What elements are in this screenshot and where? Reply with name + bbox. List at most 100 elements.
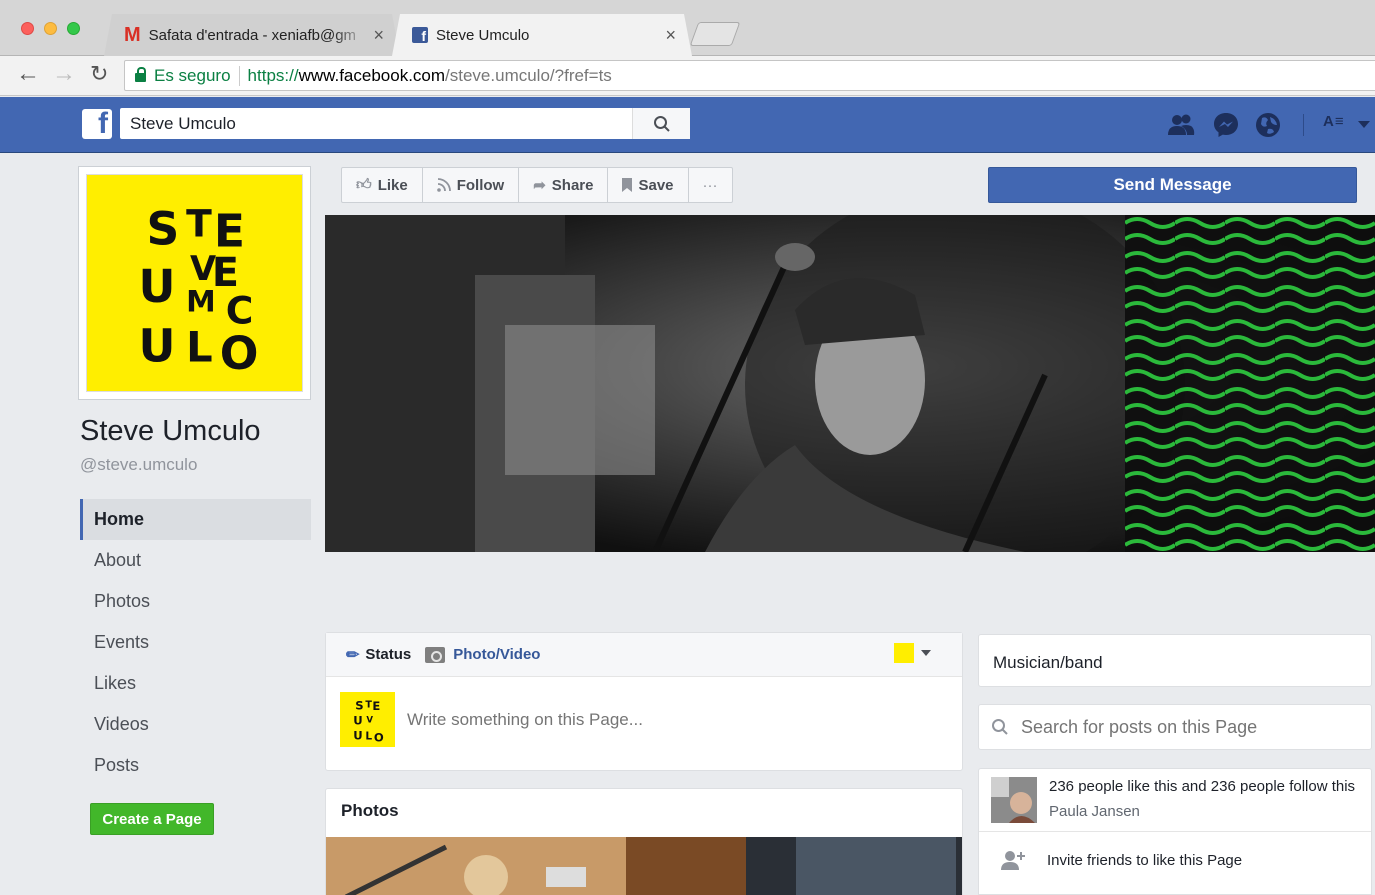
rss-follow-icon [436, 178, 451, 192]
invite-friends-label: Invite friends to like this Page [1047, 851, 1243, 869]
notifications-globe-icon[interactable] [1254, 111, 1282, 139]
bookmark-icon [622, 178, 633, 192]
likes-text-block: 236 people like this and 236 people foll… [1049, 777, 1355, 831]
share-arrow-icon: ➦ [533, 177, 546, 194]
follow-label: Follow [456, 176, 505, 194]
sidebar-item-likes[interactable]: Likes [80, 663, 311, 704]
minimize-window-button[interactable] [44, 22, 57, 35]
cover-photo-image [325, 215, 1375, 552]
post-text-input[interactable] [407, 709, 927, 730]
send-message-button[interactable]: Send Message [988, 167, 1357, 203]
svg-text:S: S [355, 699, 363, 713]
svg-text:U: U [353, 713, 362, 727]
posting-as-selector[interactable] [894, 643, 931, 663]
secure-label: Es seguro [154, 65, 231, 85]
page-category[interactable]: Musician/band [978, 634, 1372, 687]
sidebar-item-events[interactable]: Events [80, 622, 311, 663]
invite-friends-row[interactable]: Invite friends to like this Page [979, 832, 1371, 888]
maximize-window-button[interactable] [67, 22, 80, 35]
search-bar [120, 108, 690, 139]
sidebar-item-posts[interactable]: Posts [80, 745, 311, 786]
forward-arrow-icon[interactable]: → [52, 60, 76, 88]
facebook-icon: f [412, 27, 428, 43]
privacy-shortcuts-icon[interactable]: A≡ [1323, 113, 1345, 130]
browser-tab-gmail[interactable]: M Safata d'entrada - xeniafb@gm × [104, 14, 400, 56]
svg-text:O: O [374, 730, 384, 744]
back-arrow-icon[interactable]: ← [16, 60, 40, 88]
account-menu-chevron-down-icon[interactable] [1358, 121, 1370, 128]
composer-tabs: ✏ Status Photo/Video [326, 633, 962, 677]
svg-text:U: U [353, 728, 362, 742]
save-button[interactable]: Save [608, 168, 689, 202]
svg-text:V: V [366, 715, 373, 725]
divider [1303, 114, 1304, 136]
gmail-icon: M [124, 23, 141, 46]
sidebar-item-about[interactable]: About [80, 540, 311, 581]
search-input[interactable] [120, 108, 632, 139]
community-card: 236 people like this and 236 people foll… [978, 768, 1372, 895]
friend-avatar[interactable] [991, 777, 1037, 823]
svg-text:E: E [372, 699, 380, 713]
url-host: www.facebook.com [298, 65, 446, 85]
close-tab-icon[interactable]: × [373, 25, 384, 46]
follow-button[interactable]: Follow [423, 168, 520, 202]
liked-by-friend[interactable]: Paula Jansen [1049, 802, 1355, 822]
browser-tab-facebook[interactable]: f Steve Umculo × [392, 14, 692, 56]
profile-picture-frame[interactable]: S T E V E U M C U L O [78, 166, 311, 400]
facebook-logo-icon[interactable]: f [82, 109, 112, 139]
create-page-button[interactable]: Create a Page [90, 803, 214, 835]
svg-text:L: L [365, 730, 372, 742]
facebook-header: f A≡ [0, 97, 1375, 153]
sidebar-item-home[interactable]: Home [80, 499, 311, 540]
svg-text:L: L [186, 322, 213, 371]
search-posts-input[interactable] [1021, 716, 1351, 738]
like-label: Like [377, 176, 408, 194]
messenger-icon[interactable] [1212, 111, 1240, 139]
more-options-button[interactable]: ··· [689, 168, 732, 202]
save-label: Save [638, 176, 674, 194]
tab-title: Safata d'entrada - xeniafb@gm [148, 26, 357, 44]
svg-text:T: T [365, 700, 372, 711]
url-field[interactable]: Es seguro https://www.facebook.com/steve… [124, 60, 1375, 91]
svg-text:S: S [146, 202, 179, 255]
friend-requests-icon[interactable] [1167, 111, 1195, 139]
photo-video-label: Photo/Video [453, 646, 541, 663]
search-icon [653, 115, 670, 132]
tab-status[interactable]: ✏ Status [346, 645, 411, 665]
photos-heading[interactable]: Photos [326, 789, 962, 833]
divider [238, 65, 240, 86]
sidebar-item-videos[interactable]: Videos [80, 704, 311, 745]
browser-tab-bar: M Safata d'entrada - xeniafb@gm × f Stev… [0, 0, 1375, 56]
reload-icon[interactable]: ↻ [90, 61, 108, 87]
search-icon [992, 719, 1008, 735]
url-path: /steve.umculo/?fref=ts [445, 65, 612, 85]
photo-thumbnail[interactable] [326, 837, 963, 895]
close-window-button[interactable] [21, 22, 34, 35]
svg-text:T: T [186, 201, 212, 245]
chevron-down-icon [921, 650, 931, 656]
likes-summary: 236 people like this and 236 people foll… [979, 769, 1371, 832]
page-action-bar: 👍︎ Like Follow ➦ Share Save ··· [341, 167, 733, 203]
like-button[interactable]: 👍︎ Like [342, 168, 423, 202]
url-scheme: https:// [247, 65, 299, 85]
likes-count-text: 236 people like this and 236 people foll… [1049, 778, 1356, 795]
tab-photo-video[interactable]: Photo/Video [425, 646, 540, 663]
avatar: S T E U V U L O [340, 692, 395, 747]
address-bar: ← → ↻ Es seguro https://www.facebook.com… [0, 56, 1375, 96]
photos-section: Photos [325, 788, 963, 895]
avatar [894, 643, 914, 663]
camera-icon [425, 646, 446, 663]
close-tab-icon[interactable]: × [665, 25, 676, 46]
lock-icon [135, 67, 146, 82]
sidebar-item-photos[interactable]: Photos [80, 581, 311, 622]
new-tab-button[interactable] [689, 22, 741, 46]
post-search-box [978, 704, 1372, 750]
share-button[interactable]: ➦ Share [519, 168, 609, 202]
composer-body: S T E U V U L O [326, 677, 962, 762]
share-label: Share [551, 176, 594, 194]
pencil-icon: ✏ [346, 646, 360, 664]
search-button[interactable] [632, 108, 690, 139]
page-title[interactable]: Steve Umculo [80, 415, 261, 448]
svg-text:O: O [220, 327, 259, 380]
cover-photo[interactable] [325, 215, 1375, 552]
